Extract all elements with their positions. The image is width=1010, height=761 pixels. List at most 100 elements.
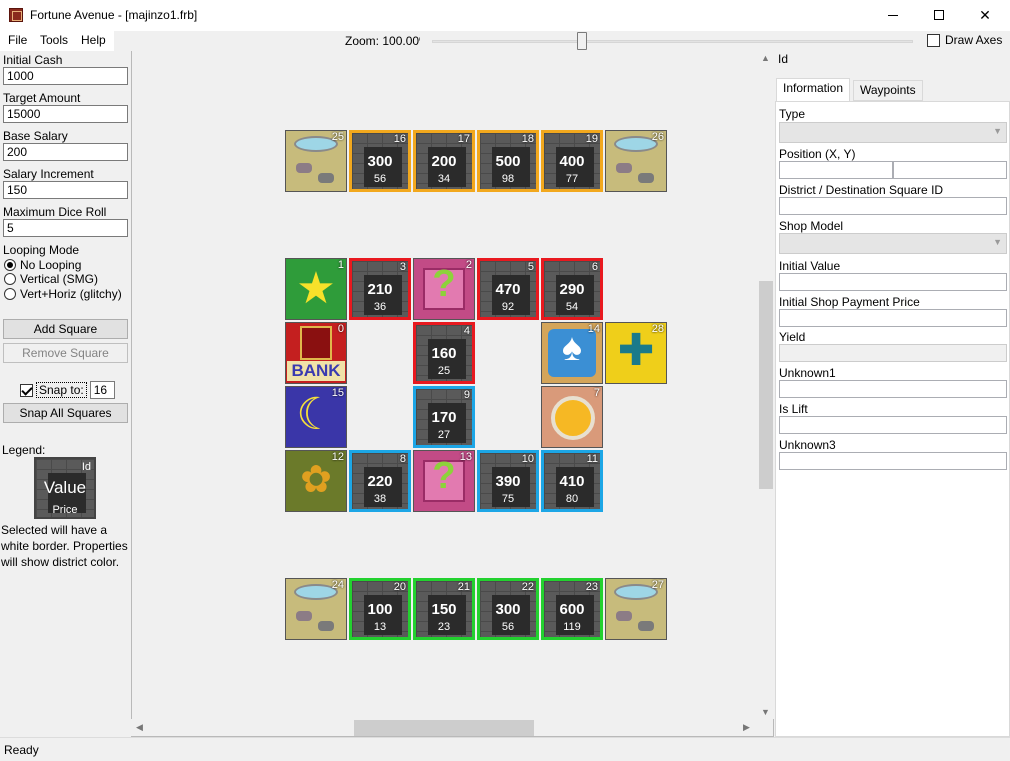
vertical-scroll-thumb[interactable] bbox=[759, 281, 773, 489]
is-lift-input[interactable] bbox=[779, 416, 1007, 434]
is-lift-label: Is Lift bbox=[779, 402, 808, 416]
unknown3-input[interactable] bbox=[779, 452, 1007, 470]
initial-payment-input[interactable] bbox=[779, 309, 1007, 327]
draw-axes-checkbox[interactable]: Draw Axes bbox=[927, 33, 1002, 47]
property-square[interactable]: 23 600 119 bbox=[541, 578, 603, 640]
horizontal-scroll-thumb[interactable] bbox=[354, 720, 534, 736]
snap-checkbox[interactable] bbox=[20, 383, 33, 397]
scroll-down-icon[interactable]: ▼ bbox=[761, 707, 770, 717]
draw-axes-label: Draw Axes bbox=[945, 33, 1003, 47]
looping-mode-label: Looping Mode bbox=[3, 243, 80, 257]
bank-door bbox=[300, 326, 332, 360]
maximize-button[interactable] bbox=[916, 0, 962, 30]
snap-to-control[interactable]: Snap to: 16 bbox=[20, 381, 115, 399]
special-square[interactable]: ✿ 12 bbox=[285, 450, 347, 512]
scroll-up-icon[interactable]: ▲ bbox=[761, 53, 770, 63]
property-square[interactable]: 17 200 34 bbox=[413, 130, 475, 192]
special-square[interactable]: 24 bbox=[285, 578, 347, 640]
unknown3-label: Unknown3 bbox=[779, 438, 836, 452]
draw-axes-box[interactable] bbox=[927, 33, 940, 47]
looping-verthoriz-label: Vert+Horiz (glitchy) bbox=[20, 287, 122, 301]
rock bbox=[318, 173, 334, 183]
square-value: 500 bbox=[495, 153, 521, 170]
minimize-icon bbox=[888, 14, 898, 16]
snap-value-input[interactable]: 16 bbox=[89, 381, 115, 399]
zoom-slider-thumb[interactable] bbox=[577, 32, 587, 50]
scroll-right-icon[interactable]: ▶ bbox=[743, 722, 750, 733]
property-square[interactable]: 10 390 75 bbox=[477, 450, 539, 512]
looping-none-radio[interactable]: No Looping bbox=[4, 258, 81, 272]
square-value: 600 bbox=[559, 601, 585, 618]
square-price: 75 bbox=[501, 493, 515, 505]
special-square[interactable]: ✚ 28 bbox=[605, 322, 667, 384]
property-square[interactable]: 8 220 38 bbox=[349, 450, 411, 512]
district-input[interactable] bbox=[779, 197, 1007, 215]
looping-vertical-radio[interactable]: Vertical (SMG) bbox=[4, 272, 98, 286]
property-square[interactable]: 22 300 56 bbox=[477, 578, 539, 640]
menu-help[interactable]: Help bbox=[81, 33, 106, 47]
special-square[interactable]: ? 13 bbox=[413, 450, 475, 512]
square-price: 54 bbox=[565, 301, 579, 313]
property-square[interactable]: 6 290 54 bbox=[541, 258, 603, 320]
unknown1-input[interactable] bbox=[779, 380, 1007, 398]
zoom-slider-track[interactable] bbox=[432, 40, 913, 43]
square-id: 0 bbox=[337, 323, 344, 335]
add-square-button[interactable]: Add Square bbox=[3, 319, 128, 339]
scroll-left-icon[interactable]: ◀ bbox=[136, 722, 143, 733]
menu-tools[interactable]: Tools bbox=[40, 33, 68, 47]
property-square[interactable]: 16 300 56 bbox=[349, 130, 411, 192]
special-square[interactable]: ☾ 15 bbox=[285, 386, 347, 448]
close-button[interactable]: ✕ bbox=[962, 0, 1008, 30]
max-dice-input[interactable]: 5 bbox=[3, 219, 128, 237]
square-value: 410 bbox=[559, 473, 585, 490]
legend-price: Price bbox=[52, 504, 78, 516]
base-salary-input[interactable]: 200 bbox=[3, 143, 128, 161]
special-square[interactable]: 25 bbox=[285, 130, 347, 192]
remove-square-button[interactable]: Remove Square bbox=[3, 343, 128, 363]
radio-indicator[interactable] bbox=[4, 259, 16, 271]
salary-increment-input[interactable]: 150 bbox=[3, 181, 128, 199]
type-select[interactable]: ▼ bbox=[779, 122, 1007, 143]
shop-model-select[interactable]: ▼ bbox=[779, 233, 1007, 254]
property-square[interactable]: 18 500 98 bbox=[477, 130, 539, 192]
property-square[interactable]: 9 170 27 bbox=[413, 386, 475, 448]
snap-label: Snap to: bbox=[36, 382, 87, 398]
special-square[interactable]: 7 bbox=[541, 386, 603, 448]
property-square[interactable]: 4 160 25 bbox=[413, 322, 475, 384]
property-square[interactable]: 20 100 13 bbox=[349, 578, 411, 640]
vertical-scrollbar[interactable]: ▲ ▼ bbox=[757, 51, 774, 719]
initial-cash-input[interactable]: 1000 bbox=[3, 67, 128, 85]
special-square[interactable]: ★ 1 bbox=[285, 258, 347, 320]
position-y-input[interactable] bbox=[893, 161, 1007, 179]
horizontal-scrollbar[interactable]: ◀ ▶ bbox=[131, 719, 757, 736]
special-square[interactable]: 27 bbox=[605, 578, 667, 640]
looping-verthoriz-radio[interactable]: Vert+Horiz (glitchy) bbox=[4, 287, 122, 301]
initial-value-input[interactable] bbox=[779, 273, 1007, 291]
radio-indicator[interactable] bbox=[4, 288, 16, 300]
property-square[interactable]: 5 470 92 bbox=[477, 258, 539, 320]
special-square[interactable]: ? 2 bbox=[413, 258, 475, 320]
property-square[interactable]: 19 400 77 bbox=[541, 130, 603, 192]
special-square[interactable]: 26 bbox=[605, 130, 667, 192]
initial-payment-label: Initial Shop Payment Price bbox=[779, 295, 920, 309]
tab-information[interactable]: Information bbox=[776, 78, 851, 102]
special-square[interactable]: BANK 0 bbox=[285, 322, 347, 384]
position-x-input[interactable] bbox=[779, 161, 893, 179]
chevron-down-icon: ▼ bbox=[993, 126, 1002, 136]
tab-waypoints[interactable]: Waypoints bbox=[853, 80, 923, 101]
snap-all-button[interactable]: Snap All Squares bbox=[3, 403, 128, 423]
menu-file[interactable]: File bbox=[8, 33, 27, 47]
coin-icon bbox=[551, 396, 595, 440]
radio-indicator[interactable] bbox=[4, 273, 16, 285]
square-id: 1 bbox=[337, 259, 344, 271]
yield-label: Yield bbox=[779, 330, 806, 344]
property-square[interactable]: 21 150 23 bbox=[413, 578, 475, 640]
minimize-button[interactable] bbox=[870, 0, 916, 30]
square-price: 27 bbox=[437, 429, 451, 441]
property-square[interactable]: 3 210 36 bbox=[349, 258, 411, 320]
property-square[interactable]: 11 410 80 bbox=[541, 450, 603, 512]
special-square[interactable]: ♠ 14 bbox=[541, 322, 603, 384]
target-amount-input[interactable]: 15000 bbox=[3, 105, 128, 123]
yield-input[interactable] bbox=[779, 344, 1007, 362]
square-id: 12 bbox=[331, 451, 344, 463]
